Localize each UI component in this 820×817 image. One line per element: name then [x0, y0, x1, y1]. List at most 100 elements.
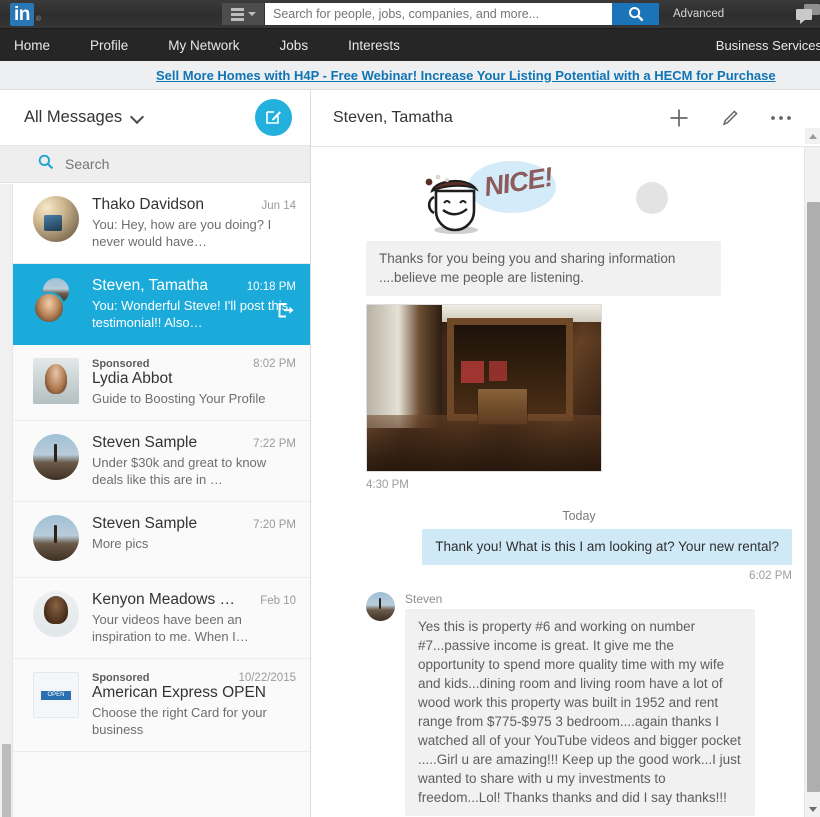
compose-message-button[interactable]	[255, 99, 292, 136]
avatar-steven	[366, 592, 395, 621]
message-sender-name: Steven	[405, 592, 443, 606]
nav-item-my-network[interactable]: My Network	[148, 29, 259, 62]
conversation-list[interactable]: Thako Davidson Jun 14 You: Hey, how are …	[0, 183, 310, 817]
thread-header: Steven, Tamatha	[311, 90, 820, 147]
nav-item-home[interactable]: Home	[0, 29, 70, 62]
message-group: Steven Yes this is property #6 and worki…	[405, 592, 755, 816]
message-bubble[interactable]: Yes this is property #6 and working on n…	[405, 609, 755, 816]
conversation-body: Steven Sample 7:22 PM Under $30k and gre…	[92, 434, 296, 488]
nav-item-interests[interactable]: Interests	[328, 29, 420, 62]
conversation-body: Thako Davidson Jun 14 You: Hey, how are …	[92, 196, 296, 250]
avatar-steven-sample	[33, 515, 79, 561]
sidebar-scrollbar-thumb[interactable]	[2, 744, 11, 817]
avatar-kenyon-meadows	[33, 591, 79, 637]
avatar-steven-sample	[33, 434, 79, 480]
message-row-incoming-named: Steven Yes this is property #6 and worki…	[366, 592, 792, 816]
chevron-down-icon	[247, 12, 256, 16]
conversation-name: Steven Sample	[92, 434, 198, 451]
thread-title: Steven, Tamatha	[333, 109, 453, 126]
global-navigation-bar: in ® Advanced	[0, 0, 820, 28]
sticker-cup-icon	[416, 173, 494, 240]
sidebar-header: All Messages	[0, 90, 310, 146]
conversation-sidebar: All Messages Search Thako Davidson Jun 1…	[0, 90, 311, 817]
conversation-top-row: Steven Sample 7:22 PM	[92, 434, 296, 452]
export-arrow-icon[interactable]	[277, 302, 294, 324]
scroll-down-button[interactable]	[805, 801, 820, 817]
conversation-timestamp: Jun 14	[261, 200, 296, 212]
sponsored-badge: Sponsored	[92, 358, 150, 370]
thread-scrollbar[interactable]	[804, 128, 820, 817]
message-timestamp: 4:30 PM	[366, 479, 409, 491]
nav-item-jobs[interactable]: Jobs	[260, 29, 329, 62]
message-timestamp: 6:02 PM	[749, 570, 792, 582]
list-item[interactable]: Kenyon Meadows … Feb 10 Your videos have…	[0, 578, 310, 659]
hamburger-bars	[230, 7, 244, 21]
avatar-steven-tamatha-pair	[33, 276, 79, 324]
list-item-selected[interactable]: Steven, Tamatha 10:18 PM You: Wonderful …	[0, 264, 310, 345]
conversation-timestamp: 7:20 PM	[253, 519, 296, 531]
linkedin-logo[interactable]: in ®	[0, 2, 62, 26]
avatar-lydia-abbot	[33, 358, 79, 404]
nav-item-business-services[interactable]: Business Services	[716, 38, 820, 53]
conversation-name: American Express OPEN	[92, 684, 266, 701]
banner-link[interactable]: Sell More Homes with H4P - Free Webinar!…	[156, 68, 776, 83]
hamburger-menu-icon[interactable]	[222, 3, 264, 25]
conversation-snippet: You: Wonderful Steve! I'll post this tes…	[92, 298, 289, 330]
conversation-timestamp: Feb 10	[260, 595, 296, 607]
conversation-body: Steven Sample 7:20 PM More pics	[92, 515, 296, 564]
sidebar-scrollbar[interactable]	[0, 184, 13, 817]
thread-action-group	[668, 107, 792, 129]
message-bubble[interactable]: Thanks for you being you and sharing inf…	[366, 241, 721, 296]
avatar-american-express-open: OPEN	[33, 672, 79, 718]
app-body: All Messages Search Thako Davidson Jun 1…	[0, 90, 820, 817]
conversation-timestamp: 8:02 PM	[253, 358, 296, 370]
sidebar-search-input[interactable]	[65, 156, 265, 172]
conversation-name: Kenyon Meadows …	[92, 591, 236, 608]
conversation-name: Lydia Abbot	[92, 370, 173, 387]
list-item-sponsored[interactable]: OPEN Sponsored 10/22/2015 American Expre…	[0, 659, 310, 752]
search-input[interactable]	[265, 3, 612, 25]
interior-room-photo[interactable]	[366, 304, 602, 472]
list-item-sponsored[interactable]: Sponsored 8:02 PM Lydia Abbot Guide to B…	[0, 345, 310, 421]
message-row-incoming: Thanks for you being you and sharing inf…	[366, 241, 792, 296]
conversation-name: Steven, Tamatha	[92, 277, 209, 294]
day-divider: Today	[562, 509, 596, 523]
avatar	[636, 182, 668, 214]
conversation-snippet: More pics	[92, 536, 149, 551]
list-item[interactable]: Thako Davidson Jun 14 You: Hey, how are …	[0, 183, 310, 264]
chat-bubbles-icon[interactable]	[792, 3, 820, 30]
conversation-body: Sponsored 10/22/2015 American Express OP…	[92, 672, 296, 738]
message-filter-label: All Messages	[24, 108, 123, 126]
message-filter-dropdown[interactable]: All Messages	[24, 108, 142, 127]
conversation-snippet: Under $30k and great to know deals like …	[92, 455, 267, 487]
nav-item-profile[interactable]: Profile	[70, 29, 148, 62]
advanced-search-link[interactable]: Advanced	[673, 8, 724, 20]
conversation-snippet: You: Hey, how are you doing? I never wou…	[92, 217, 272, 249]
conversation-snippet: Your videos have been an inspiration to …	[92, 612, 249, 644]
conversation-top-row: Thako Davidson Jun 14	[92, 196, 296, 214]
scroll-up-button[interactable]	[805, 128, 820, 144]
message-bubble-outgoing[interactable]: Thank you! What is this I am looking at?…	[422, 529, 792, 565]
logo-text: in	[10, 2, 34, 26]
sidebar-search-row[interactable]	[0, 146, 310, 183]
list-item[interactable]: Steven Sample 7:22 PM Under $30k and gre…	[0, 421, 310, 502]
conversation-body: Sponsored 8:02 PM Lydia Abbot Guide to B…	[92, 358, 296, 407]
thread-scrollbar-thumb[interactable]	[807, 202, 820, 792]
more-options-button[interactable]	[770, 114, 792, 122]
registered-mark: ®	[35, 15, 42, 23]
conversation-thread-pane: Steven, Tamatha NICE! Thanks for you bei…	[311, 90, 820, 817]
conversation-top-row: Steven Sample 7:20 PM	[92, 515, 296, 533]
message-stream: NICE! Thanks for you being you and shari…	[311, 147, 820, 817]
nav-right-icon-group	[792, 3, 820, 30]
message-row-outgoing: Thank you! What is this I am looking at?…	[366, 529, 792, 565]
conversation-snippet: Guide to Boosting Your Profile	[92, 391, 266, 406]
add-people-button[interactable]	[668, 107, 690, 129]
compose-button[interactable]	[720, 108, 740, 128]
conversation-timestamp: 10:18 PM	[246, 281, 296, 293]
conversation-timestamp: 10/22/2015	[238, 672, 296, 684]
conversation-top-row: Kenyon Meadows … Feb 10	[92, 591, 296, 609]
conversation-top-row: Sponsored 8:02 PM	[92, 358, 296, 370]
list-item[interactable]: Steven Sample 7:20 PM More pics	[0, 502, 310, 578]
conversation-body: Steven, Tamatha 10:18 PM You: Wonderful …	[92, 277, 296, 331]
search-icon[interactable]	[612, 3, 659, 25]
